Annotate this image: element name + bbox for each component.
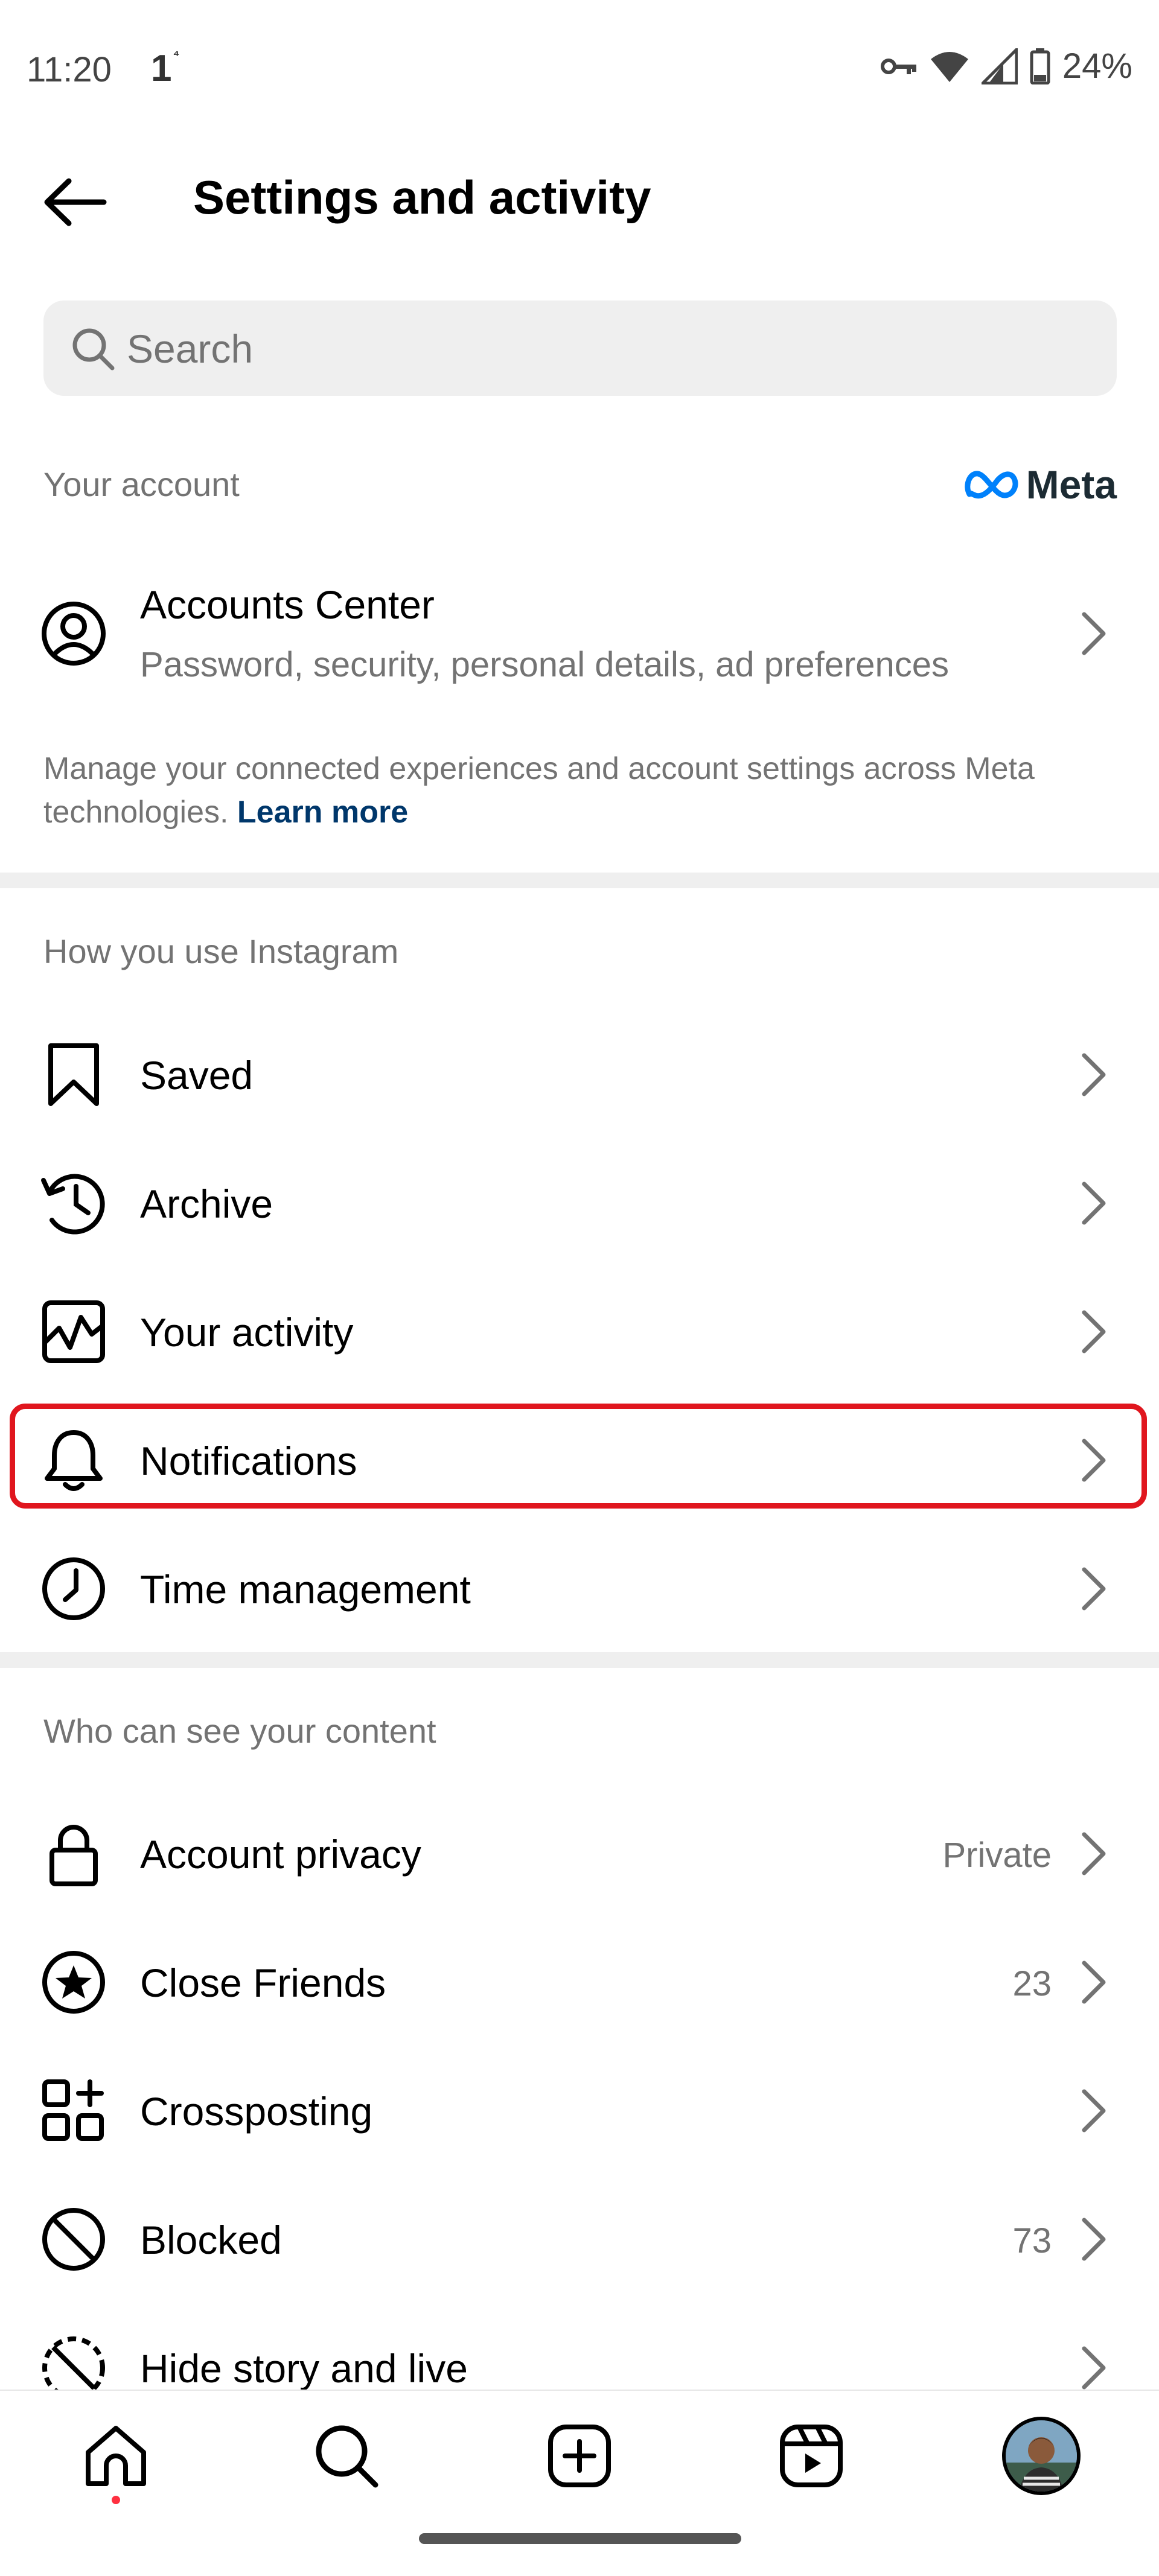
- chevron-right-icon: [1079, 2216, 1108, 2262]
- lock-icon: [39, 1819, 109, 1889]
- accounts-center-title: Accounts Center: [140, 582, 435, 627]
- wifi-icon: [930, 51, 968, 82]
- profile-photo-icon: [1006, 2420, 1077, 2492]
- accounts-center-helper-text: Manage your connected experiences and ac…: [43, 751, 1035, 830]
- chevron-right-icon: [1079, 1052, 1108, 1098]
- menu-item-label: Archive: [140, 1181, 273, 1226]
- blocked-icon: [39, 2204, 109, 2274]
- search-nav-icon[interactable]: [310, 2420, 383, 2492]
- highlight-box: [10, 1404, 1147, 1509]
- meta-logo: Meta: [964, 462, 1117, 507]
- menu-item-blocked[interactable]: Blocked 73: [0, 2188, 1159, 2291]
- meta-infinity-icon: [964, 471, 1018, 499]
- battery-percentage: 24%: [1062, 46, 1132, 86]
- search-icon: [69, 325, 117, 373]
- create-post-icon[interactable]: [543, 2420, 616, 2492]
- account-privacy-value: Private: [942, 1836, 1052, 1875]
- chevron-right-icon: [1079, 2088, 1108, 2134]
- chevron-right-icon: [1079, 1180, 1108, 1226]
- activity-icon: [39, 1297, 109, 1367]
- chevron-right-icon: [1079, 1959, 1108, 2005]
- reels-icon[interactable]: [775, 2420, 848, 2492]
- menu-item-label: Time management: [140, 1567, 471, 1612]
- archive-icon: [39, 1168, 109, 1238]
- menu-item-account-privacy[interactable]: Account privacy Private: [0, 1802, 1159, 1905]
- home-icon[interactable]: [80, 2420, 152, 2492]
- close-friends-count: 23: [1012, 1964, 1052, 2003]
- section-divider: [0, 1652, 1159, 1668]
- chevron-right-icon: [1079, 1309, 1108, 1355]
- accounts-center-subtitle: Password, security, personal details, ad…: [140, 645, 950, 684]
- chevron-right-icon: [1079, 1831, 1108, 1877]
- menu-item-crossposting[interactable]: Crossposting: [0, 2059, 1159, 2162]
- vpn-key-icon: [880, 58, 916, 74]
- menu-item-time-management[interactable]: Time management: [0, 1538, 1159, 1640]
- notification-dot: [112, 2496, 120, 2504]
- search-input[interactable]: [127, 319, 1032, 379]
- status-time: 11:20: [27, 50, 112, 89]
- menu-item-label: Saved: [140, 1053, 254, 1098]
- meta-brand-text: Meta: [1026, 462, 1117, 507]
- page-title: Settings and activity: [193, 171, 651, 224]
- status-icons: 24%: [880, 46, 1132, 86]
- learn-more-link[interactable]: Learn more: [237, 795, 408, 830]
- section-divider: [0, 873, 1159, 888]
- menu-item-label: Close Friends: [140, 1961, 386, 2005]
- menu-item-label: Hide story and live: [140, 2346, 468, 2390]
- section-label-your-account: Your account: [43, 465, 240, 503]
- clock-icon: [39, 1554, 109, 1624]
- chevron-right-icon: [1079, 2345, 1108, 2390]
- star-circle-icon: [39, 1947, 109, 2017]
- section-label-who-can-see: Who can see your content: [43, 1712, 436, 1750]
- menu-item-close-friends[interactable]: Close Friends 23: [0, 1931, 1159, 2034]
- account-circle-icon: [39, 599, 109, 669]
- chevron-right-icon: [1079, 1566, 1108, 1612]
- menu-item-saved[interactable]: Saved: [0, 1023, 1159, 1126]
- menu-item-label: Blocked: [140, 2218, 282, 2262]
- back-button[interactable]: [42, 169, 109, 235]
- accounts-center-row[interactable]: Accounts Center Password, security, pers…: [0, 567, 1159, 700]
- chevron-right-icon: [1079, 611, 1108, 657]
- menu-item-hide-story-and-live[interactable]: Hide story and live: [0, 2317, 1159, 2390]
- hide-story-icon: [39, 2333, 109, 2390]
- battery-icon: [1030, 48, 1050, 84]
- home-indicator[interactable]: [419, 2533, 741, 2544]
- section-label-how-you-use: How you use Instagram: [43, 932, 399, 970]
- signal-icon: [981, 48, 1018, 84]
- profile-avatar[interactable]: [1002, 2417, 1081, 2495]
- menu-item-archive[interactable]: Archive: [0, 1152, 1159, 1255]
- menu-item-label: Crossposting: [140, 2089, 373, 2134]
- menu-item-your-activity[interactable]: Your activity: [0, 1280, 1159, 1383]
- crosspost-icon: [39, 2076, 109, 2146]
- menu-item-label: Your activity: [140, 1310, 354, 1355]
- back-arrow-icon: [44, 178, 107, 226]
- status-notification-indicator: 1⁴: [151, 47, 180, 89]
- menu-item-label: Account privacy: [140, 1832, 421, 1877]
- bookmark-icon: [39, 1040, 109, 1110]
- blocked-count: 73: [1012, 2221, 1052, 2260]
